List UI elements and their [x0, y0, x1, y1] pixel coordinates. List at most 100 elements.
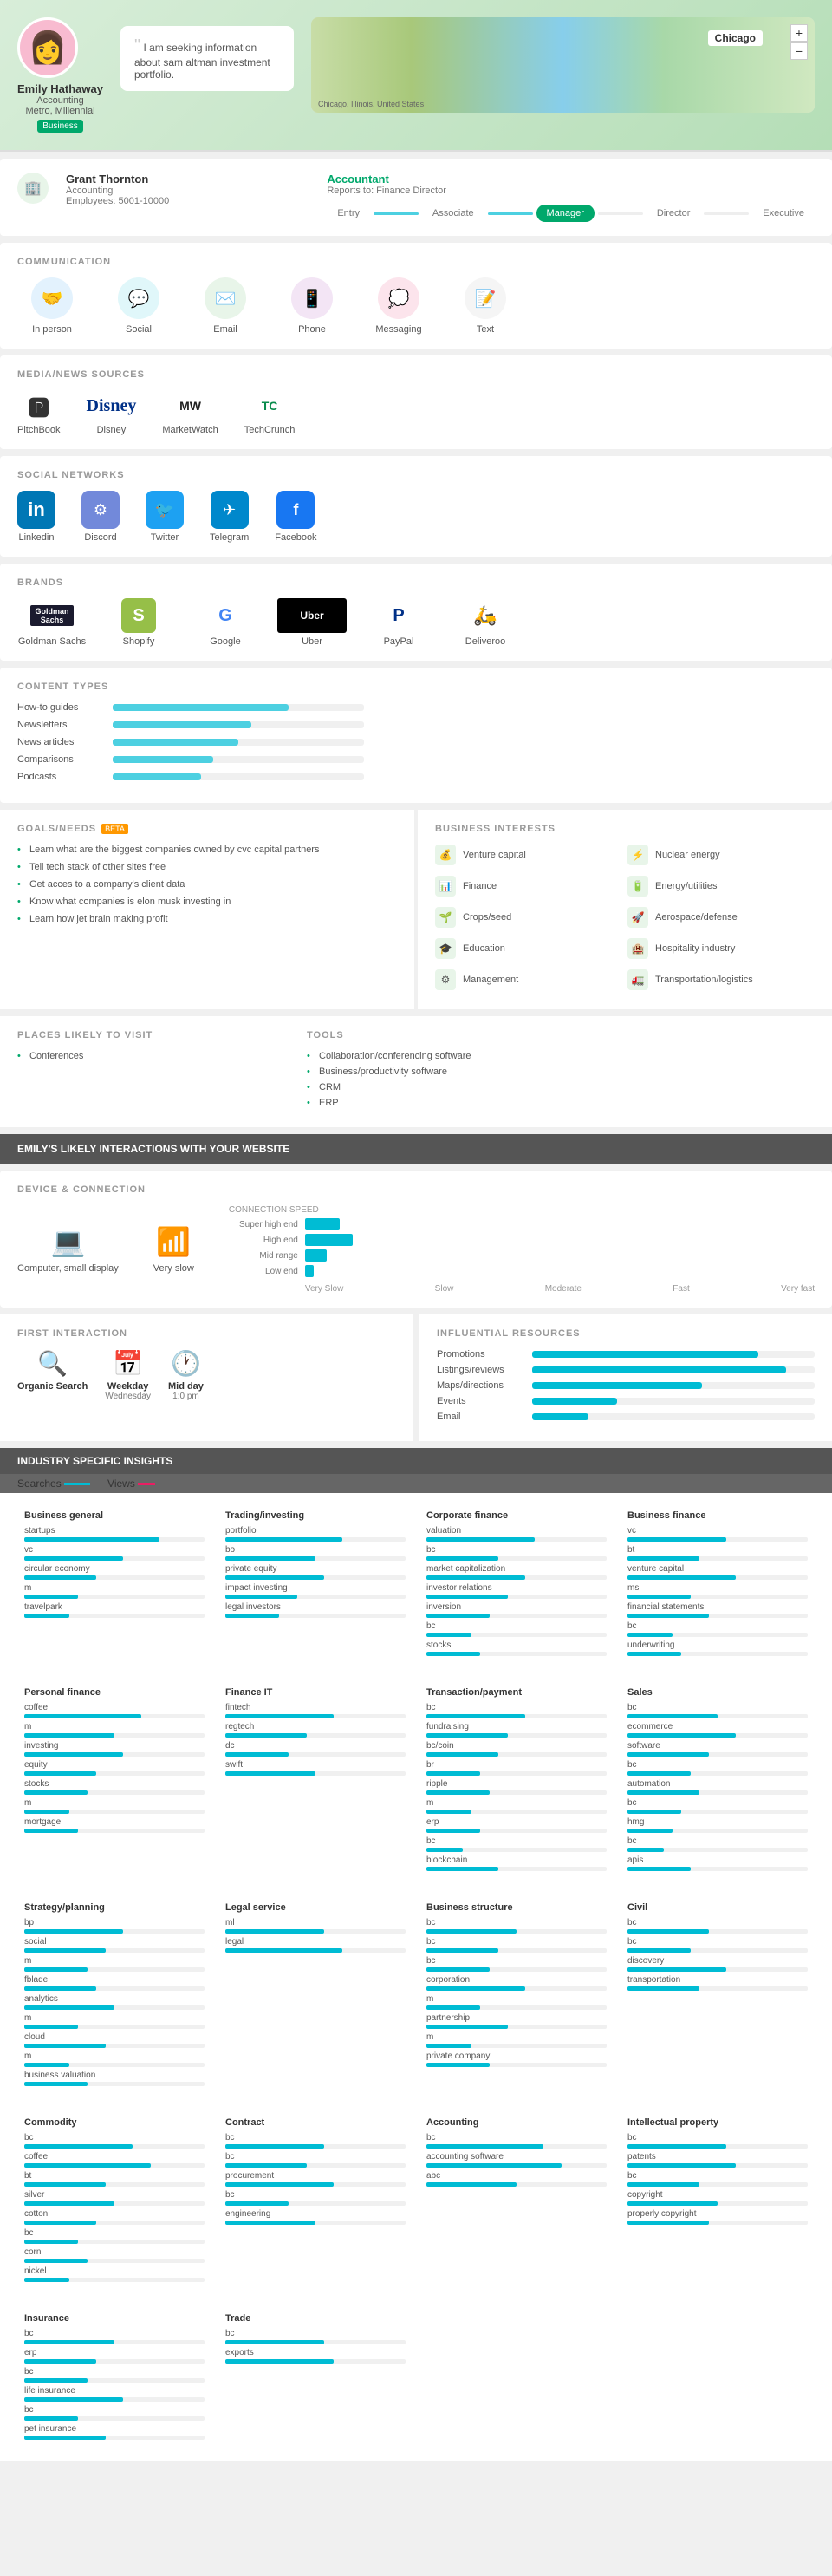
disney-label: Disney — [87, 425, 137, 435]
industry-title: INDUSTRY SPECIFIC INSIGHTS — [17, 1455, 172, 1467]
content-podcasts-bar-wrap — [113, 773, 364, 780]
conn-mid-bar — [305, 1249, 327, 1262]
map-zoom-out[interactable]: − — [790, 42, 808, 60]
profile-occupation: Accounting — [17, 95, 103, 106]
kw-bc2: bc — [426, 1621, 607, 1637]
conn-high: High end — [229, 1234, 815, 1246]
social-grid: in Linkedin ⚙ Discord 🐦 Twitter ✈ Telegr… — [17, 491, 815, 543]
kw-bc-tr1: bc — [225, 2329, 406, 2344]
content-types-title: CONTENT TYPES — [17, 681, 815, 692]
goal-2: Tell tech stack of other sites free — [17, 862, 397, 872]
business-interests-title: BUSINESS INTERESTS — [435, 824, 815, 834]
work-role-title: Accountant — [327, 173, 815, 186]
work-employees: Employees: 5001-10000 — [66, 196, 309, 206]
facebook-label: Facebook — [275, 532, 316, 543]
kw-m-sp3: m — [24, 2051, 205, 2067]
pitchbook-label: PitchBook — [17, 425, 61, 435]
business-interests-section: BUSINESS INTERESTS 💰 Venture capital ⚡ N… — [418, 810, 832, 1009]
kw-underwriting: underwriting — [627, 1640, 808, 1656]
col-corporate-finance-title: Corporate finance — [426, 1510, 607, 1521]
emily-header: EMILY'S LIKELY INTERACTIONS WITH YOUR WE… — [0, 1134, 832, 1164]
search-icon: 🔍 — [17, 1349, 88, 1378]
avatar-emoji: 👩 — [29, 29, 68, 66]
content-types-section: CONTENT TYPES How-to guides Newsletters … — [0, 668, 832, 803]
kw-br: br — [426, 1760, 607, 1776]
comm-email: ✉️ Email — [191, 277, 260, 335]
profile-map[interactable]: Chicago + − Chicago, Illinois, United St… — [311, 17, 815, 113]
goals-section: GOALS/NEEDS BETA Learn what are the bigg… — [0, 810, 414, 1009]
kw-biz-valuation: business valuation — [24, 2071, 205, 2086]
maps-label: Maps/directions — [437, 1380, 523, 1391]
kw-ms: ms — [627, 1583, 808, 1599]
kw-bc-t1: bc — [426, 1703, 607, 1718]
industry-grid: Business general startups vc circular ec… — [0, 1493, 832, 2461]
brands-grid: GoldmanSachs Goldman Sachs S Shopify G G… — [17, 598, 815, 647]
kw-dc: dc — [225, 1741, 406, 1757]
communication-grid: 🤝 In person 💬 Social ✉️ Email 📱 Phone 💭 … — [17, 277, 815, 335]
kw-hmg: hmg — [627, 1817, 808, 1833]
kw-private-equity: private equity — [225, 1564, 406, 1580]
social-section: SOCIAL NETWORKS in Linkedin ⚙ Discord 🐦 … — [0, 456, 832, 557]
biz-education-label: Education — [463, 943, 505, 954]
first-interaction-title: FIRST INTERACTION — [17, 1328, 395, 1339]
page-container: 👩 Emily Hathaway Accounting Metro, Mille… — [0, 0, 832, 2461]
goldman-label: Goldman Sachs — [17, 636, 87, 647]
col-business-structure-title: Business structure — [426, 1902, 607, 1913]
kw-valuation: valuation — [426, 1526, 607, 1542]
kw-ripple: ripple — [426, 1779, 607, 1795]
listings-label: Listings/reviews — [437, 1365, 523, 1375]
conn-high-label: High end — [229, 1236, 298, 1245]
map-location-label: Chicago, Illinois, United States — [318, 100, 424, 108]
biz-transport: 🚛 Transportation/logistics — [627, 969, 815, 990]
comm-phone: 📱 Phone — [277, 277, 347, 335]
biz-management: ⚙ Management — [435, 969, 622, 990]
kw-properly-copyright: properly copyright — [627, 2209, 808, 2225]
kw-bc-s2: bc — [627, 1760, 808, 1776]
conn-mid-label: Mid range — [229, 1251, 298, 1261]
col-transaction-title: Transaction/payment — [426, 1687, 607, 1698]
biz-venture-icon: 💰 — [435, 845, 456, 865]
kw-partnership: partnership — [426, 2013, 607, 2029]
kw-fundraising: fundraising — [426, 1722, 607, 1738]
interaction-items: 🔍 Organic Search 📅 Weekday Wednesday 🕐 M… — [17, 1349, 395, 1401]
col-strategy: Strategy/planning bp social m fblade ana… — [17, 1895, 211, 2097]
col-finance-it: Finance IT fintech regtech dc swift — [218, 1680, 413, 1881]
col-personal-finance-title: Personal finance — [24, 1687, 205, 1698]
kw-equity: equity — [24, 1760, 205, 1776]
kw-bc-ip2: bc — [627, 2171, 808, 2187]
work-department: Accounting — [66, 186, 309, 196]
email-bar — [532, 1413, 588, 1420]
career-bar3 — [598, 212, 643, 215]
first-interaction-section: FIRST INTERACTION 🔍 Organic Search 📅 Wee… — [0, 1314, 413, 1441]
map-zoom-in[interactable]: + — [790, 24, 808, 42]
col-empty-1 — [419, 2306, 614, 2450]
content-newsletters-bar — [113, 721, 251, 728]
speed-slow: Slow — [435, 1284, 454, 1294]
events-bar — [532, 1398, 617, 1405]
col-personal-finance: Personal finance coffee m investing equi… — [17, 1680, 211, 1881]
speed-label: Very slow — [153, 1263, 194, 1274]
tab-views[interactable]: Views — [107, 1477, 155, 1490]
kw-regtech: regtech — [225, 1722, 406, 1738]
biz-energy-label: Energy/utilities — [655, 881, 718, 891]
content-how-to-bar — [113, 704, 289, 711]
comm-in-person: 🤝 In person — [17, 277, 87, 335]
social-discord: ⚙ Discord — [81, 491, 120, 543]
col-civil-title: Civil — [627, 1902, 808, 1913]
connection-levels: Super high end High end Mid range Low en… — [229, 1218, 815, 1277]
biz-education: 🎓 Education — [435, 938, 622, 959]
media-title: MEDIA/NEWS SOURCES — [17, 369, 815, 380]
media-pitchbook: 🅿 PitchBook — [17, 390, 61, 435]
conn-low-label: Low end — [229, 1267, 298, 1276]
col-legal: Legal service ml legal — [218, 1895, 413, 2097]
tab-searches[interactable]: Searches — [17, 1477, 90, 1490]
kw-bc-in2: bc — [24, 2367, 205, 2383]
influential-title: INFLUENTIAL RESOURCES — [437, 1328, 815, 1339]
career-entry: Entry — [327, 205, 370, 222]
media-disney: Disney Disney — [87, 390, 137, 435]
career-manager: Manager — [536, 205, 595, 222]
interaction-resources-row: FIRST INTERACTION 🔍 Organic Search 📅 Wee… — [0, 1314, 832, 1441]
kw-apis: apis — [627, 1855, 808, 1871]
col-transaction: Transaction/payment bc fundraising bc/co… — [419, 1680, 614, 1881]
col-commodity-title: Commodity — [24, 2117, 205, 2128]
